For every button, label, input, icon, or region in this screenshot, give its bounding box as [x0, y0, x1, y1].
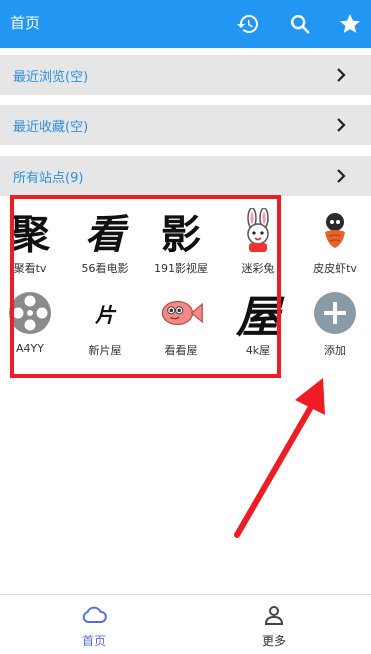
nav-home[interactable]: 首页 [64, 603, 124, 651]
chevron-right-icon [337, 169, 346, 183]
chevron-right-icon [337, 68, 346, 82]
arrow-annotation-icon [234, 378, 325, 538]
cloud-icon [82, 606, 107, 623]
plus-icon [312, 290, 358, 336]
section-label: 最近浏览(空) [13, 69, 89, 85]
section-recent-favorites[interactable]: 最近收藏(空) [0, 105, 371, 145]
nav-more[interactable]: 更多 [244, 603, 304, 651]
shrimp-icon [312, 208, 358, 254]
page-title: 首页 [10, 14, 41, 32]
section-label: 最近收藏(空) [13, 119, 89, 135]
section-recent-views[interactable]: 最近浏览(空) [0, 55, 371, 95]
star-icon[interactable] [336, 10, 364, 38]
search-icon[interactable] [286, 10, 314, 38]
app-bar: 首页 [0, 0, 371, 48]
add-label: 添加 [324, 344, 346, 357]
bottom-navigation: 首页 更多 [0, 594, 371, 654]
highlight-box [10, 195, 281, 378]
nav-label: 更多 [261, 634, 286, 648]
nav-label: 首页 [81, 634, 106, 648]
section-all-sites[interactable]: 所有站点(9) [0, 156, 371, 196]
add-site-button[interactable]: 添加 [297, 290, 367, 374]
section-label: 所有站点(9) [13, 170, 84, 186]
history-icon[interactable] [234, 10, 262, 38]
site-name: 皮皮虾tv [313, 262, 357, 275]
person-icon [264, 606, 284, 625]
site-item[interactable]: 皮皮虾tv [297, 208, 367, 292]
chevron-right-icon [337, 118, 346, 132]
